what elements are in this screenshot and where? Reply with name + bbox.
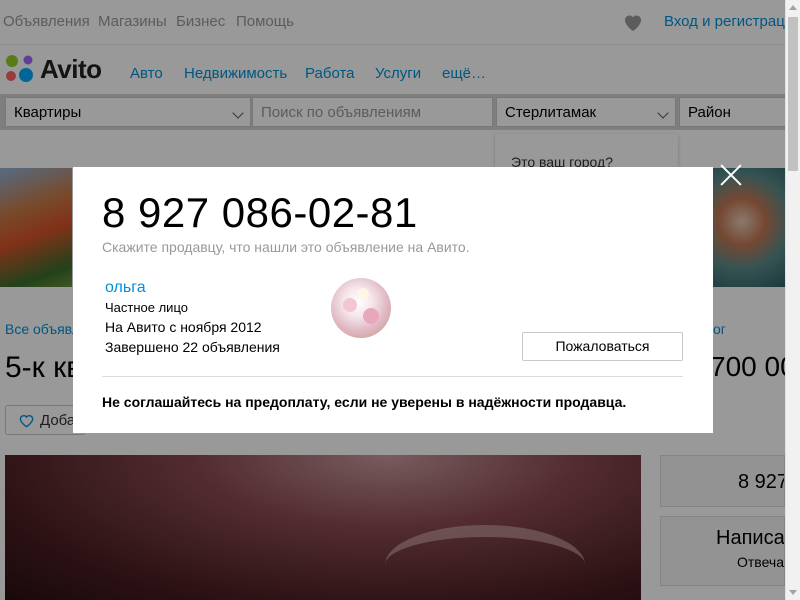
- seller-phone-number: 8 927 086-02-81: [102, 189, 418, 236]
- prepayment-warning: Не соглашайтесь на предоплату, если не у…: [102, 394, 627, 410]
- report-button[interactable]: Пожаловаться: [522, 332, 683, 361]
- avatar-flower: [357, 288, 369, 300]
- avatar-flower: [363, 308, 379, 324]
- avatar-flower: [343, 298, 357, 312]
- seller-completed-count: Завершено 22 объявления: [105, 339, 280, 355]
- close-icon[interactable]: [719, 163, 743, 187]
- scroll-up-arrow-icon[interactable]: [789, 5, 797, 10]
- scroll-down-arrow-icon[interactable]: [789, 590, 797, 595]
- seller-type: Частное лицо: [105, 300, 188, 315]
- avatar[interactable]: [331, 278, 391, 338]
- seller-since: На Авито с ноября 2012: [105, 319, 262, 335]
- phone-modal: 8 927 086-02-81 Скажите продавцу, что на…: [73, 167, 713, 433]
- seller-name-link[interactable]: ольга: [105, 279, 146, 297]
- phone-hint: Скажите продавцу, что нашли это объявлен…: [102, 239, 470, 255]
- page-scrollbar[interactable]: [785, 0, 800, 600]
- scrollbar-thumb[interactable]: [788, 17, 798, 171]
- modal-divider: [102, 376, 683, 377]
